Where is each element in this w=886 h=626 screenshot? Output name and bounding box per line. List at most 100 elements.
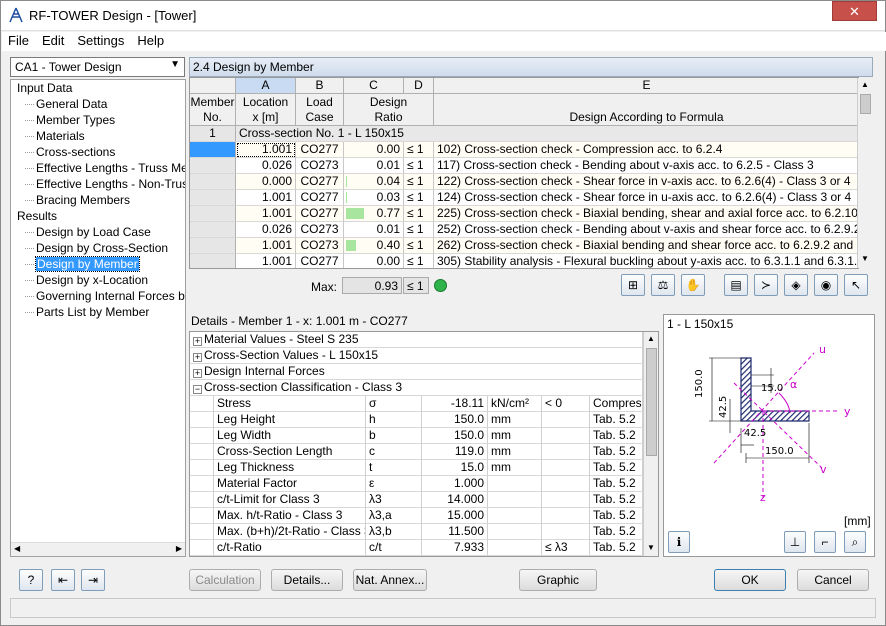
- details-group-classification[interactable]: − Cross-section Classification - Class 3: [190, 380, 643, 396]
- filter-icon[interactable]: ⊞: [621, 274, 645, 296]
- cell-location[interactable]: 1.001: [236, 254, 296, 268]
- hand-icon[interactable]: ✋: [681, 274, 705, 296]
- details-row[interactable]: Leg Height h 150.0 mm Tab. 5.2: [190, 412, 643, 428]
- cell-load-case[interactable]: CO277: [296, 190, 344, 206]
- cell-load-case[interactable]: CO273: [296, 158, 344, 174]
- cell-condition[interactable]: ≤ 1: [404, 254, 434, 268]
- cell-design-ratio[interactable]: 0.00: [344, 254, 404, 268]
- cell-condition[interactable]: ≤ 1: [404, 190, 434, 206]
- color-scale-icon[interactable]: ◈: [784, 274, 808, 296]
- details-row[interactable]: Cross-Section Length c 119.0 mm Tab. 5.2: [190, 444, 643, 460]
- cell-formula[interactable]: 225) Cross-section check - Biaxial bendi…: [434, 206, 858, 222]
- cell-load-case[interactable]: CO277: [296, 206, 344, 222]
- details-row[interactable]: Max. h/t-Ratio - Class 3 λ3,a 15.000 Tab. 5…: [190, 508, 643, 524]
- row-header[interactable]: [190, 238, 236, 254]
- cell-location[interactable]: 0.026: [236, 158, 296, 174]
- row-header[interactable]: [190, 190, 236, 206]
- export-icon[interactable]: ⇤: [51, 569, 75, 591]
- cell-load-case[interactable]: CO277: [296, 142, 344, 158]
- cell-formula[interactable]: 305) Stability analysis - Flexural buckl…: [434, 254, 858, 268]
- row-header[interactable]: [190, 254, 236, 268]
- nav-item-cross-sections[interactable]: Cross-sections: [11, 144, 185, 160]
- cell-design-ratio[interactable]: 0.04: [344, 174, 404, 190]
- menu-help[interactable]: Help: [131, 32, 171, 48]
- details-vertical-scrollbar[interactable]: ▲ ▼: [643, 332, 658, 556]
- details-row[interactable]: Material Factor ε 1.000 Tab. 5.2: [190, 476, 643, 492]
- help-icon[interactable]: ?: [19, 569, 43, 591]
- row-header[interactable]: [190, 222, 236, 238]
- scroll-left-icon[interactable]: ◀: [14, 544, 20, 553]
- graphic-button[interactable]: Graphic: [519, 569, 597, 591]
- nav-item-design-by-x-location[interactable]: Design by x-Location: [11, 272, 185, 288]
- dimension-icon[interactable]: ⊥: [784, 531, 806, 553]
- row-header[interactable]: [190, 142, 236, 158]
- details-row[interactable]: Leg Thickness t 15.0 mm Tab. 5.2: [190, 460, 643, 476]
- cell-location[interactable]: 1.001: [236, 142, 296, 158]
- details-row[interactable]: c/t-Limit for Class 3 λ3 14.000 Tab. 5.2: [190, 492, 643, 508]
- nav-item-design-by-member[interactable]: Design by Member: [11, 256, 185, 272]
- table-row[interactable]: 1.001 CO277 0.00 ≤ 1 102) Cross-section chec…: [190, 142, 858, 158]
- nav-item-parts-list-by-member[interactable]: Parts List by Member: [11, 304, 185, 320]
- nav-item-effective-lengths-truss[interactable]: Effective Lengths - Truss Memb: [11, 160, 185, 176]
- table-row[interactable]: 1.001 CO277 0.77 ≤ 1 225) Cross-section chec…: [190, 206, 858, 222]
- cell-design-ratio[interactable]: 0.77: [344, 206, 404, 222]
- select-pointer-icon[interactable]: ↖: [844, 274, 868, 296]
- cell-formula[interactable]: 262) Cross-section check - Biaxial bendi…: [434, 238, 858, 254]
- nat-annex-button[interactable]: Nat. Annex...: [353, 569, 427, 591]
- details-row[interactable]: Max. (b+h)/2t-Ratio - Class 3 λ3,b 11.500 T…: [190, 524, 643, 540]
- close-window-button[interactable]: ✕: [832, 1, 877, 21]
- cell-load-case[interactable]: CO273: [296, 238, 344, 254]
- cell-load-case[interactable]: CO273: [296, 222, 344, 238]
- nav-item-member-types[interactable]: Member Types: [11, 112, 185, 128]
- cell-formula[interactable]: 122) Cross-section check - Shear force i…: [434, 174, 858, 190]
- cell-location[interactable]: 0.026: [236, 222, 296, 238]
- cell-design-ratio[interactable]: 0.01: [344, 222, 404, 238]
- col-letter-e[interactable]: E: [434, 78, 858, 94]
- scroll-down-icon[interactable]: ▼: [647, 543, 655, 552]
- details-row[interactable]: Leg Width b 150.0 mm Tab. 5.2: [190, 428, 643, 444]
- nav-item-bracing-members[interactable]: Bracing Members: [11, 192, 185, 208]
- table-group-row[interactable]: 1 Cross-section No. 1 - L 150x15: [190, 126, 858, 142]
- scroll-up-icon[interactable]: ▲: [861, 80, 869, 89]
- nav-group-input[interactable]: Input Data: [11, 80, 185, 96]
- cell-condition[interactable]: ≤ 1: [404, 174, 434, 190]
- scroll-thumb[interactable]: [646, 348, 657, 456]
- table-row[interactable]: 1.001 CO273 0.40 ≤ 1 262) Cross-section chec…: [190, 238, 858, 254]
- design-case-select[interactable]: CA1 - Tower Design ▼: [10, 57, 185, 77]
- collapse-minus-icon[interactable]: −: [193, 385, 202, 394]
- cell-formula[interactable]: 117) Cross-section check - Bending about…: [434, 158, 858, 174]
- axes-icon[interactable]: ⌐: [814, 531, 836, 553]
- table-row[interactable]: 1.001 CO277 0.03 ≤ 1 124) Cross-section chec…: [190, 190, 858, 206]
- column-chart-icon[interactable]: ▤: [724, 274, 748, 296]
- table-row[interactable]: 0.000 CO277 0.04 ≤ 1 122) Cross-section chec…: [190, 174, 858, 190]
- cell-design-ratio[interactable]: 0.00: [344, 142, 404, 158]
- details-group-internal-forces[interactable]: + Design Internal Forces: [190, 364, 643, 380]
- cell-design-ratio[interactable]: 0.01: [344, 158, 404, 174]
- chevron-down-icon[interactable]: ▼: [170, 59, 180, 70]
- info-icon[interactable]: ℹ: [668, 531, 690, 553]
- expand-plus-icon[interactable]: +: [193, 353, 202, 362]
- col-letter-c[interactable]: C: [344, 78, 404, 94]
- row-header[interactable]: [190, 174, 236, 190]
- cell-location[interactable]: 1.001: [236, 238, 296, 254]
- cell-location[interactable]: 1.001: [236, 190, 296, 206]
- menu-edit[interactable]: Edit: [36, 32, 71, 48]
- nav-item-materials[interactable]: Materials: [11, 128, 185, 144]
- cell-formula[interactable]: 102) Cross-section check - Compression a…: [434, 142, 858, 158]
- details-row[interactable]: c/t-Ratio c/t 7.933 ≤ λ3 Tab. 5.2: [190, 540, 643, 556]
- cell-location[interactable]: 1.001: [236, 206, 296, 222]
- expand-plus-icon[interactable]: +: [193, 369, 202, 378]
- nav-item-governing-internal-forces[interactable]: Governing Internal Forces by M: [11, 288, 185, 304]
- table-row[interactable]: 0.026 CO273 0.01 ≤ 1 252) Cross-section chec…: [190, 222, 858, 238]
- cell-load-case[interactable]: CO277: [296, 174, 344, 190]
- import-icon[interactable]: ⇥: [81, 569, 105, 591]
- nav-item-effective-lengths-non-truss[interactable]: Effective Lengths - Non-Truss M: [11, 176, 185, 192]
- navigator-horizontal-scrollbar[interactable]: ◀ ▶: [11, 542, 185, 556]
- details-group-material[interactable]: + Material Values - Steel S 235: [190, 332, 643, 348]
- cell-design-ratio[interactable]: 0.03: [344, 190, 404, 206]
- table-row[interactable]: 1.001 CO277 0.00 ≤ 1 305) Stability analysis…: [190, 254, 858, 268]
- scroll-right-icon[interactable]: ▶: [176, 544, 182, 553]
- col-letter-d[interactable]: D: [404, 78, 434, 94]
- scroll-down-icon[interactable]: ▼: [861, 254, 869, 263]
- calculation-button[interactable]: Calculation: [189, 569, 261, 591]
